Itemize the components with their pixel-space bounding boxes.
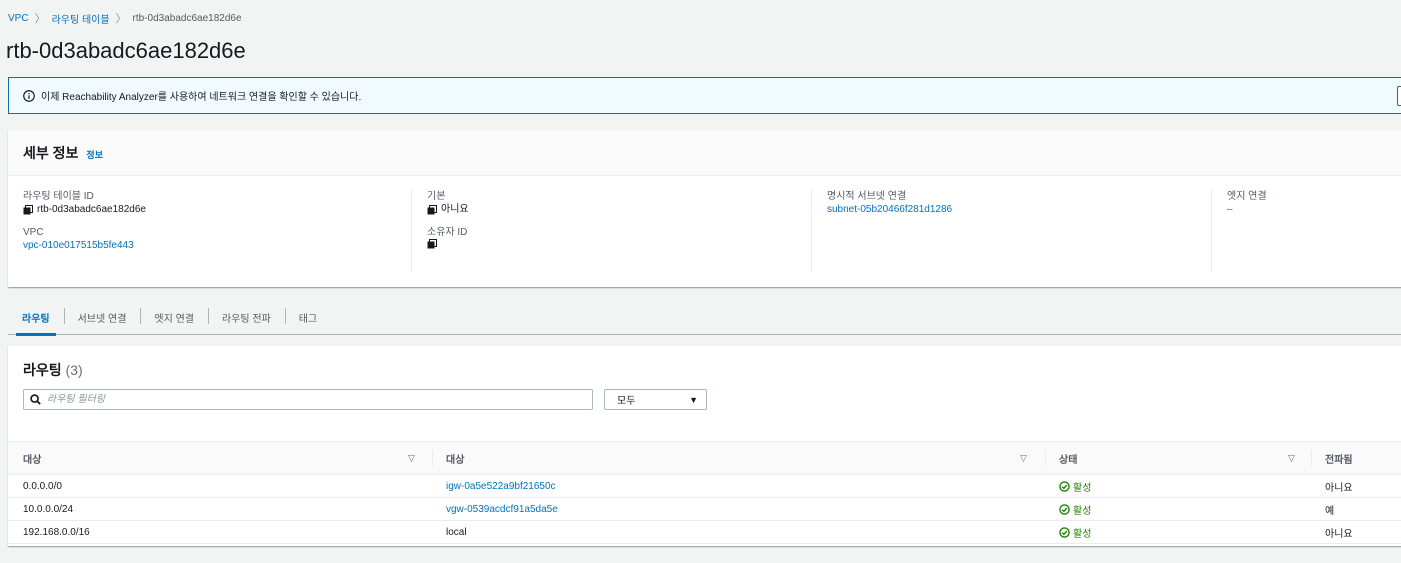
routes-title: 라우팅 (3) bbox=[23, 360, 83, 380]
col-header-label: 상태 bbox=[1059, 454, 1078, 466]
details-header: 세부 정보 정보 bbox=[8, 130, 1401, 176]
cell-destination: 10.0.0.0/24 bbox=[23, 503, 74, 515]
table-row[interactable]: 10.0.0.0/24 vgw-0539acdcf91a5da5e 활성 예 bbox=[8, 498, 1401, 521]
copy-icon[interactable] bbox=[427, 204, 437, 215]
breadcrumb-route-tables[interactable]: 라우팅 테이블 bbox=[52, 11, 110, 26]
owner-id-label: 소유자 ID bbox=[427, 227, 468, 238]
route-filter-select-value: 모두 bbox=[617, 396, 636, 407]
cell-target-link[interactable]: igw-0a5e522a9bf21650c bbox=[446, 481, 556, 492]
edge-assoc-value: – bbox=[1227, 204, 1233, 215]
subnet-link[interactable]: subnet-05b20466f281d1286 bbox=[827, 203, 952, 216]
column-divider bbox=[1311, 450, 1312, 466]
status-badge: 활성 bbox=[1059, 498, 1091, 520]
cell-target-link[interactable]: vgw-0539acdcf91a5da5e bbox=[446, 504, 558, 515]
col-header-propagated[interactable]: 전파됨 bbox=[1325, 442, 1401, 474]
cell-propagated: 예 bbox=[1325, 505, 1335, 517]
cell-destination: 192.168.0.0/16 bbox=[23, 526, 90, 538]
search-icon bbox=[30, 394, 41, 405]
page-title: rtb-0d3abadc6ae182d6e bbox=[6, 38, 246, 63]
table-header: 대상 ▽ 대상 ▽ 상태 ▽ 전파됨 bbox=[8, 441, 1401, 475]
column-divider bbox=[1045, 450, 1046, 466]
details-col-1: 라우팅 테이블 ID rtb-0d3abadc6ae182d6e VPC vpc… bbox=[8, 190, 411, 272]
sort-icon: ▽ bbox=[1288, 452, 1295, 463]
tab-routes[interactable]: 라우팅 bbox=[8, 300, 64, 336]
route-table-id-value: rtb-0d3abadc6ae182d6e bbox=[37, 204, 146, 215]
route-filter-input[interactable] bbox=[47, 394, 567, 405]
col-header-target[interactable]: 대상 ▽ bbox=[446, 442, 1046, 474]
details-col-4: 엣지 연결 – bbox=[1211, 190, 1401, 272]
status-text: 활성 bbox=[1073, 482, 1092, 494]
col-header-label: 전파됨 bbox=[1325, 454, 1353, 466]
edge-assoc-label: 엣지 연결 bbox=[1227, 191, 1267, 202]
copy-icon[interactable] bbox=[23, 204, 33, 215]
chevron-right-icon: 〉 bbox=[115, 13, 127, 25]
info-icon bbox=[23, 89, 35, 102]
main-label: 기본 bbox=[427, 191, 446, 202]
breadcrumb: VPC 〉 라우팅 테이블 〉 rtb-0d3abadc6ae182d6e bbox=[8, 10, 242, 26]
breadcrumb-current: rtb-0d3abadc6ae182d6e bbox=[132, 12, 242, 24]
route-table-id-label: 라우팅 테이블 ID bbox=[23, 191, 94, 202]
cell-propagated: 아니요 bbox=[1325, 482, 1353, 494]
vpc-link[interactable]: vpc-010e017515b5fe443 bbox=[23, 239, 134, 252]
route-filter-select[interactable]: 모두 ▼ bbox=[604, 389, 707, 410]
tab-tags[interactable]: 태그 bbox=[284, 300, 331, 334]
col-header-status[interactable]: 상태 ▽ bbox=[1059, 442, 1309, 474]
sort-icon: ▽ bbox=[1020, 452, 1027, 463]
cell-propagated: 아니요 bbox=[1325, 528, 1353, 540]
tab-bar: 라우팅 서브넷 연결 엣지 연결 라우팅 전파 태그 bbox=[8, 300, 1401, 336]
flash-action-button[interactable] bbox=[1397, 86, 1401, 106]
details-col-3: 명시적 서브넷 연결 subnet-05b20466f281d1286 bbox=[811, 190, 1211, 272]
route-filter[interactable] bbox=[23, 389, 593, 410]
status-text: 활성 bbox=[1073, 528, 1092, 540]
tab-subnet-associations[interactable]: 서브넷 연결 bbox=[63, 300, 141, 334]
info-flashbar: 이제 Reachability Analyzer를 사용하여 네트워크 연결을 … bbox=[8, 77, 1401, 114]
details-title: 세부 정보 bbox=[23, 144, 79, 161]
details-panel: 세부 정보 정보 라우팅 테이블 ID rtb-0d3abadc6ae182d6… bbox=[8, 130, 1401, 287]
routes-title-text: 라우팅 bbox=[23, 362, 62, 378]
info-link[interactable]: 정보 bbox=[86, 148, 103, 161]
check-circle-icon bbox=[1059, 480, 1070, 492]
caret-down-icon: ▼ bbox=[689, 394, 698, 405]
details-col-2: 기본 아니요 소유자 ID bbox=[411, 190, 811, 272]
column-divider bbox=[432, 450, 433, 466]
status-text: 활성 bbox=[1073, 505, 1092, 517]
cell-target: local bbox=[446, 526, 467, 538]
cell-destination: 0.0.0.0/0 bbox=[23, 480, 62, 492]
vpc-label: VPC bbox=[23, 227, 44, 238]
subnet-assoc-label: 명시적 서브넷 연결 bbox=[827, 191, 907, 202]
breadcrumb-vpc[interactable]: VPC bbox=[8, 13, 29, 24]
routes-panel: 라우팅 (3) 모두 ▼ 대상 ▽ 대상 ▽ 상태 ▽ 전파됨 bbox=[8, 346, 1401, 546]
status-badge: 활성 bbox=[1059, 475, 1091, 497]
sort-icon: ▽ bbox=[408, 452, 415, 463]
routes-count: (3) bbox=[65, 362, 83, 378]
col-header-label: 대상 bbox=[23, 454, 42, 466]
table-row[interactable]: 192.168.0.0/16 local 활성 아니요 bbox=[8, 521, 1401, 544]
table-row[interactable]: 0.0.0.0/0 igw-0a5e522a9bf21650c 활성 아니요 bbox=[8, 475, 1401, 498]
status-badge: 활성 bbox=[1059, 521, 1091, 543]
check-circle-icon bbox=[1059, 503, 1070, 515]
check-circle-icon bbox=[1059, 526, 1070, 538]
tab-edge-associations[interactable]: 엣지 연결 bbox=[140, 300, 208, 334]
copy-icon[interactable] bbox=[427, 239, 437, 249]
chevron-right-icon: 〉 bbox=[34, 13, 46, 25]
col-header-label: 대상 bbox=[446, 454, 465, 466]
col-header-destination[interactable]: 대상 ▽ bbox=[23, 442, 423, 474]
tab-route-propagation[interactable]: 라우팅 전파 bbox=[207, 300, 285, 334]
flash-message: 이제 Reachability Analyzer를 사용하여 네트워크 연결을 … bbox=[41, 92, 362, 103]
main-value: 아니요 bbox=[441, 204, 469, 215]
